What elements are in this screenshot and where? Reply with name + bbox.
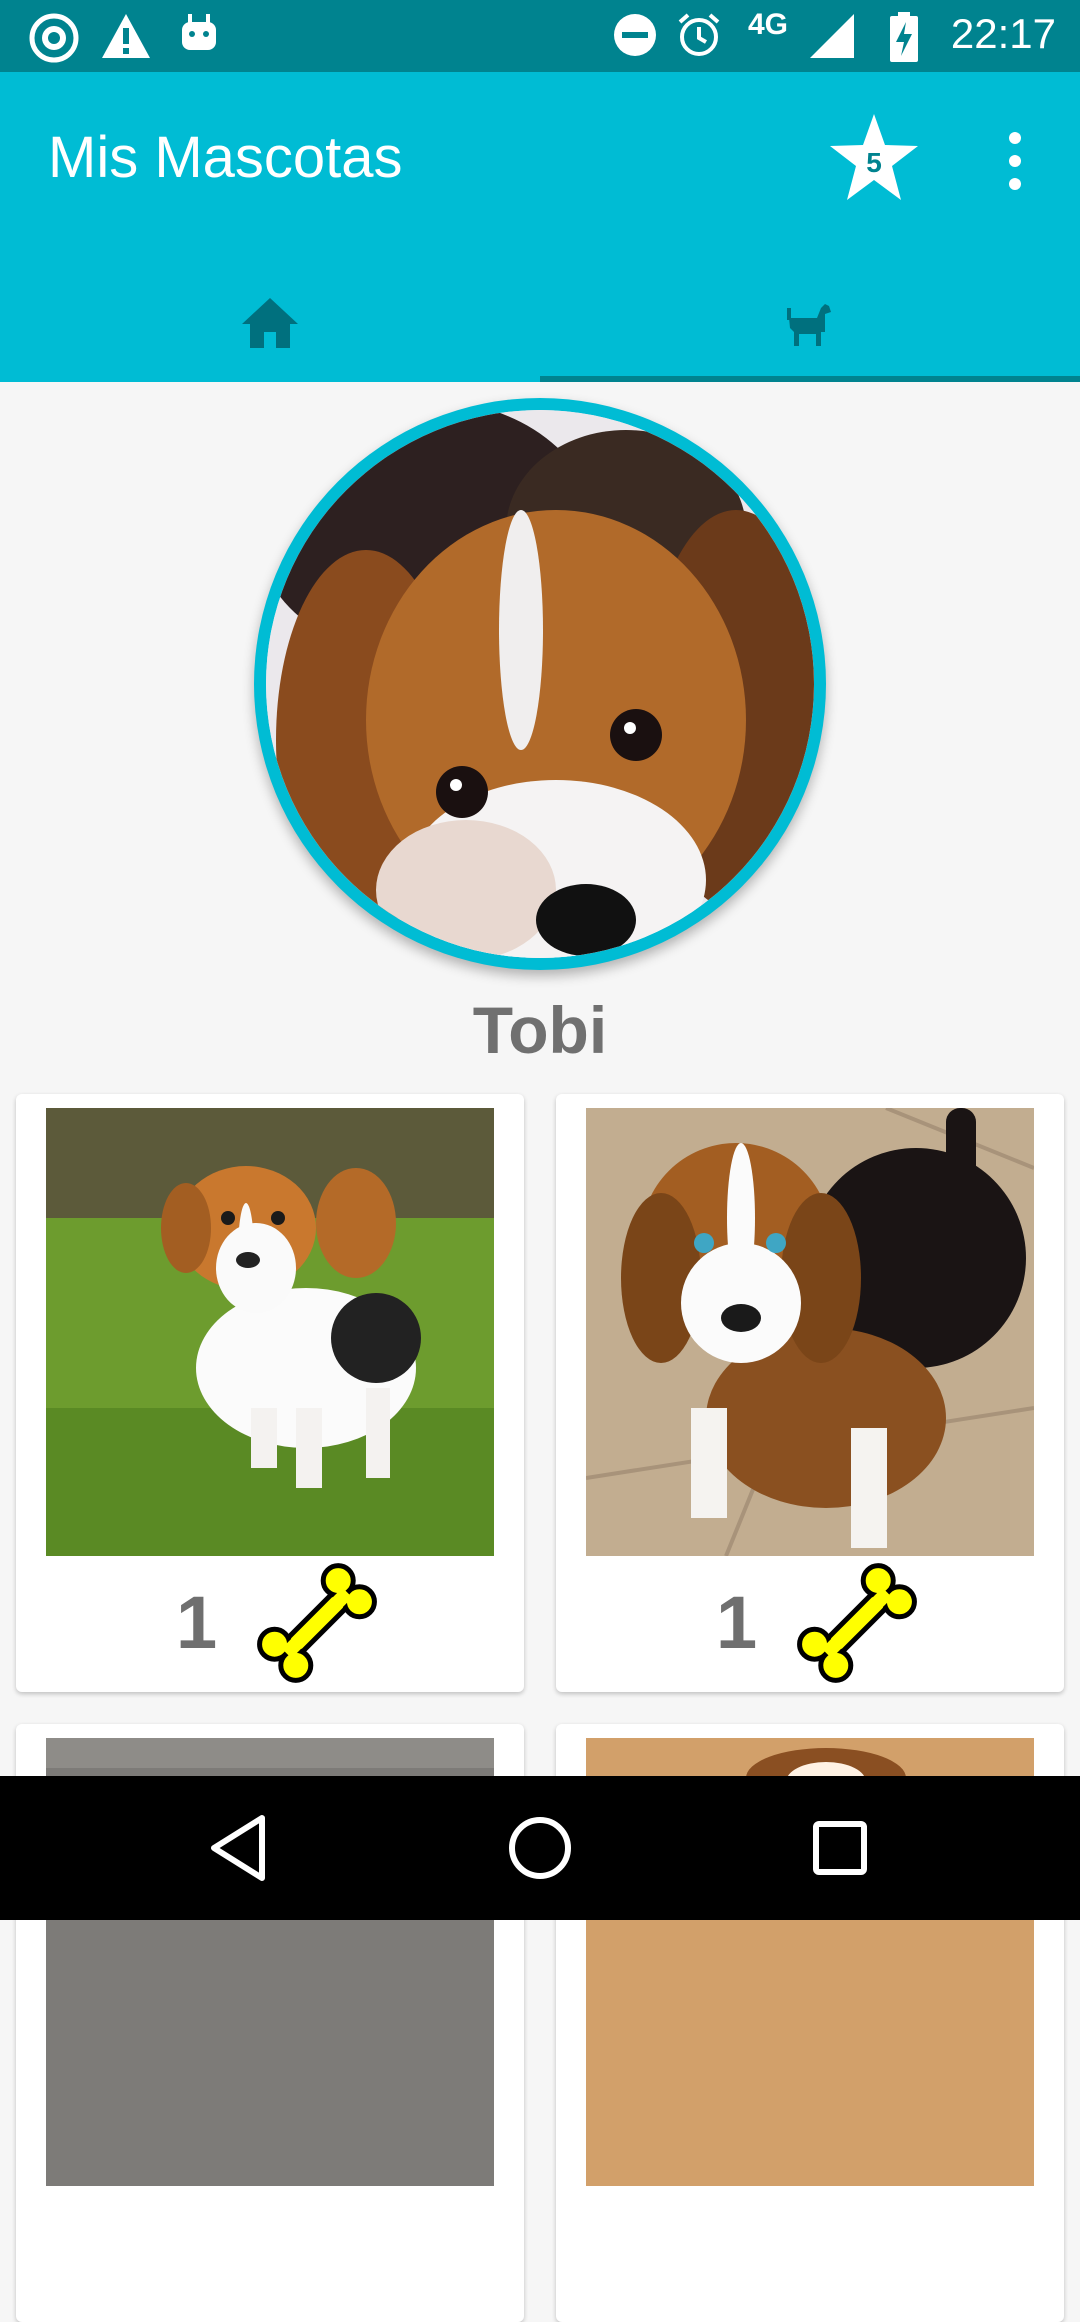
battery-charging-icon bbox=[890, 12, 918, 62]
back-icon[interactable] bbox=[200, 1808, 280, 1888]
dnd-icon bbox=[614, 14, 656, 56]
ssh-icon bbox=[29, 13, 79, 63]
app-bar: Mis Mascotas 5 bbox=[0, 72, 1080, 382]
pet-photo bbox=[586, 1108, 1034, 1556]
rating-count: 5 bbox=[866, 147, 882, 178]
signal-icon bbox=[810, 14, 854, 58]
bone-icon bbox=[797, 1563, 917, 1683]
tab-indicator bbox=[540, 376, 1080, 382]
tab-bar bbox=[0, 264, 1080, 382]
network-type: 4G bbox=[748, 8, 789, 41]
photo-card[interactable]: 1 bbox=[556, 1094, 1064, 1692]
rating-star-button[interactable]: 5 bbox=[828, 112, 920, 204]
alarm-icon bbox=[678, 13, 720, 56]
like-count: 1 bbox=[176, 1581, 218, 1664]
app-title: Mis Mascotas bbox=[48, 125, 403, 190]
more-vert-icon[interactable] bbox=[1000, 130, 1030, 192]
tab-home[interactable] bbox=[0, 264, 540, 382]
pet-photo bbox=[46, 1108, 494, 1556]
like-count: 1 bbox=[716, 1581, 758, 1664]
pet-name: Tobi bbox=[472, 993, 608, 1067]
warning-icon bbox=[102, 14, 150, 58]
profile-avatar-ring bbox=[254, 398, 826, 970]
photo-card[interactable]: 1 bbox=[16, 1094, 524, 1692]
home-circle-icon[interactable] bbox=[500, 1808, 580, 1888]
recents-icon[interactable] bbox=[800, 1808, 880, 1888]
home-icon bbox=[242, 298, 298, 348]
clock: 22:17 bbox=[950, 10, 1056, 57]
android-icon bbox=[182, 14, 216, 50]
dog-icon bbox=[787, 304, 831, 346]
tab-pet[interactable] bbox=[540, 264, 1080, 382]
status-bar: 4G 22:17 bbox=[0, 0, 1080, 72]
system-nav-bar bbox=[0, 1776, 1080, 1920]
beagle-photo bbox=[266, 410, 814, 958]
bone-icon bbox=[257, 1563, 377, 1683]
pet-avatar bbox=[266, 410, 814, 958]
